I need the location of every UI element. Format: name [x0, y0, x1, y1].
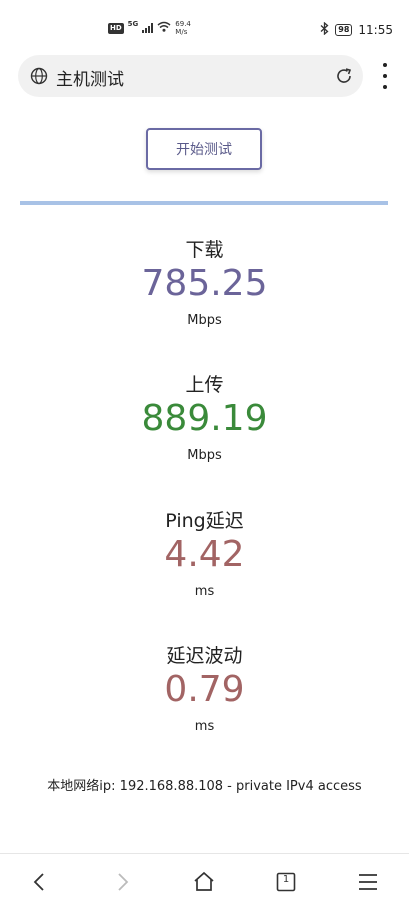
speed-unit: M/s — [175, 28, 188, 36]
upload-unit: Mbps — [187, 448, 222, 463]
download-value: 785.25 — [141, 263, 268, 304]
jitter-unit: ms — [194, 719, 215, 734]
upload-label: 上传 — [185, 374, 224, 396]
signal-icon — [142, 23, 154, 33]
page-title[interactable]: 主机测试 — [56, 65, 124, 90]
bottom-navigation: 1 — [0, 853, 409, 910]
start-test-button[interactable]: 开始测试 — [146, 128, 262, 170]
ping-value: 4.42 — [164, 534, 245, 575]
ping-label: Ping延迟 — [165, 510, 244, 532]
download-label: 下载 — [185, 239, 224, 261]
status-right-group: 98 11:55 — [320, 21, 393, 38]
battery-icon: 98 — [335, 24, 353, 36]
menu-icon[interactable] — [356, 870, 380, 894]
jitter-value: 0.79 — [164, 669, 245, 710]
local-ip-info: 本地网络ip: 192.168.88.108 - private IPv4 ac… — [47, 779, 362, 794]
ping-metric: Ping延迟 4.42 ms — [0, 509, 409, 601]
status-bar: HD 5G 69.4 M/s 98 11:55 — [0, 0, 409, 40]
clock: 11:55 — [358, 23, 393, 37]
jitter-label: 延迟波动 — [166, 645, 243, 667]
ping-unit: ms — [194, 584, 215, 599]
wifi-icon — [157, 21, 171, 35]
network-type: 5G — [127, 20, 139, 28]
network-speed: 69.4 M/s — [175, 20, 191, 36]
jitter-metric: 延迟波动 0.79 ms — [0, 644, 409, 736]
upload-metric: 上传 889.19 Mbps — [0, 373, 409, 465]
forward-icon[interactable] — [110, 870, 134, 894]
address-bar[interactable]: 主机测试 — [18, 55, 363, 97]
download-metric: 下载 785.25 Mbps — [0, 238, 409, 330]
more-options-icon[interactable] — [380, 63, 390, 89]
tab-count: 1 — [282, 874, 290, 885]
bluetooth-icon — [320, 21, 329, 38]
download-unit: Mbps — [187, 313, 222, 328]
reload-icon[interactable] — [335, 67, 353, 85]
globe-icon — [30, 67, 48, 85]
tabs-icon[interactable]: 1 — [274, 870, 298, 894]
back-icon[interactable] — [28, 870, 52, 894]
upload-value: 889.19 — [141, 398, 268, 439]
home-icon[interactable] — [192, 870, 216, 894]
speed-value: 69.4 — [175, 20, 191, 28]
progress-line — [20, 201, 388, 205]
hd-badge: HD — [108, 22, 124, 34]
status-left-group: HD 5G 69.4 M/s — [108, 20, 191, 36]
